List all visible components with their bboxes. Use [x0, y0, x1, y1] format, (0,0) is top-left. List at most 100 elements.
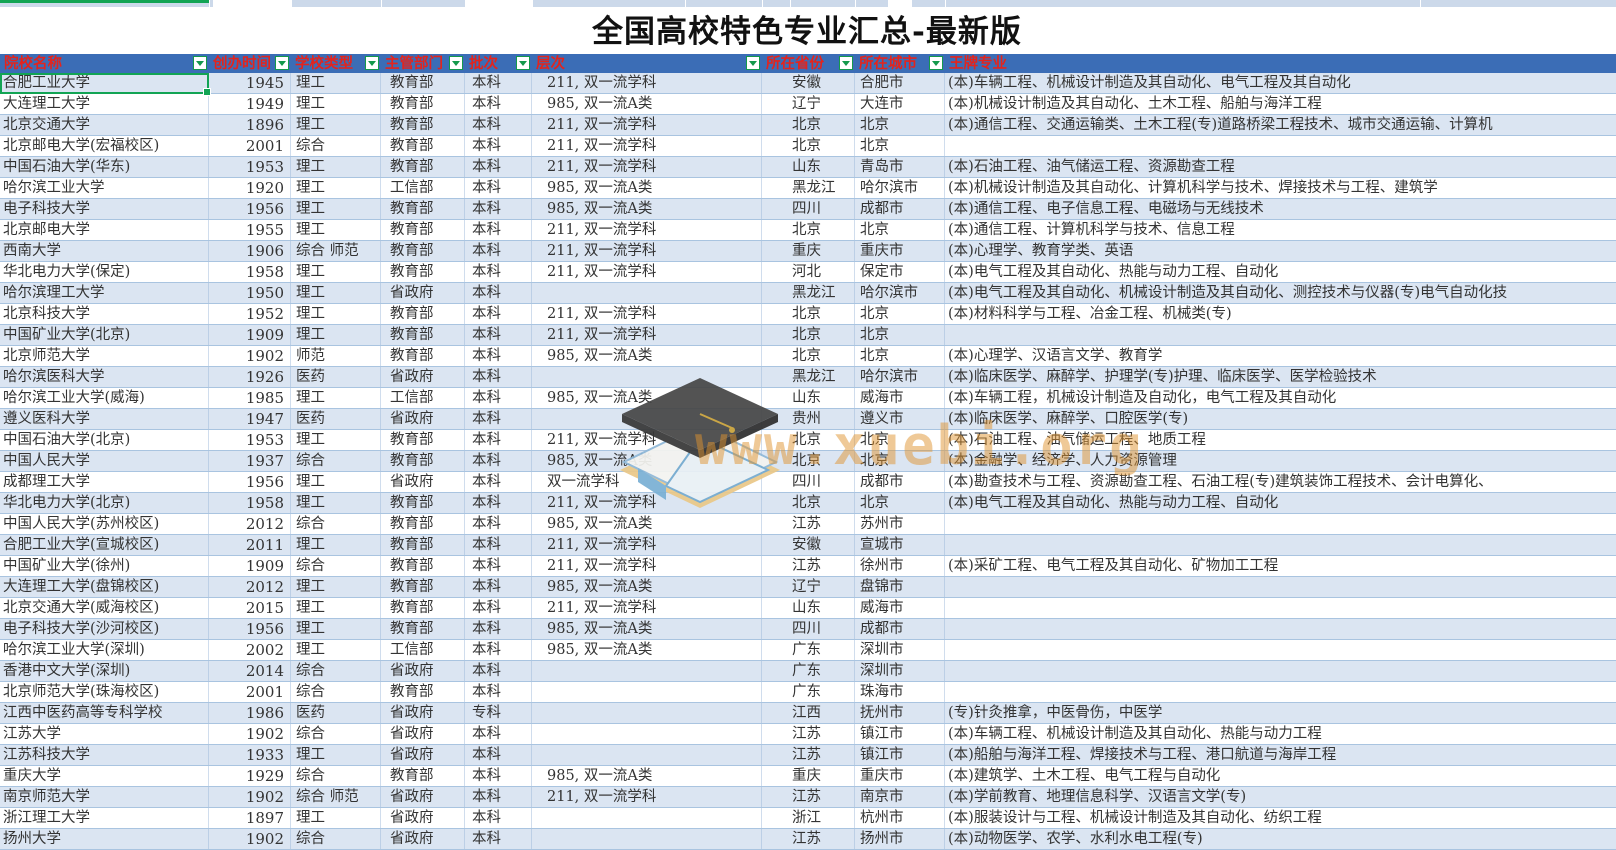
cell-year[interactable]: 1897 [209, 808, 291, 828]
cell-city[interactable]: 深圳市 [855, 661, 945, 681]
column-header-province[interactable]: 所在省份 [762, 54, 855, 73]
cell-year[interactable]: 1953 [209, 157, 291, 177]
cell-year[interactable]: 2001 [209, 136, 291, 156]
cell-level[interactable]: 211, 双一流学科 [532, 136, 762, 156]
cell-type[interactable]: 综合 师范 [291, 787, 381, 807]
cell-province[interactable]: 江苏 [762, 745, 855, 765]
cell-dept[interactable]: 教育部 [381, 766, 465, 786]
cell-majors[interactable]: (本)车辆工程、机械设计制造及其自动化、热能与动力工程 [945, 724, 1616, 744]
cell-batch[interactable]: 本科 [465, 682, 532, 702]
cell-dept[interactable]: 省政府 [381, 472, 465, 492]
cell-name[interactable]: 哈尔滨工业大学(深圳) [0, 640, 209, 660]
column-header-batch[interactable]: 批次 [465, 54, 532, 73]
cell-batch[interactable]: 本科 [465, 766, 532, 786]
cell-dept[interactable]: 省政府 [381, 661, 465, 681]
cell-year[interactable]: 1956 [209, 199, 291, 219]
cell-year[interactable]: 1909 [209, 556, 291, 576]
cell-year[interactable]: 2015 [209, 598, 291, 618]
cell-name[interactable]: 北京师范大学 [0, 346, 209, 366]
cell-level[interactable] [532, 745, 762, 765]
cell-city[interactable]: 青岛市 [855, 157, 945, 177]
cell-level[interactable]: 211, 双一流学科 [532, 325, 762, 345]
cell-city[interactable]: 成都市 [855, 619, 945, 639]
cell-name[interactable]: 北京邮电大学 [0, 220, 209, 240]
cell-batch[interactable]: 本科 [465, 556, 532, 576]
cell-level[interactable]: 985, 双一流A类 [532, 94, 762, 114]
cell-batch[interactable]: 本科 [465, 577, 532, 597]
cell-dept[interactable]: 教育部 [381, 115, 465, 135]
filter-dropdown-button[interactable] [839, 56, 853, 70]
cell-city[interactable]: 遵义市 [855, 409, 945, 429]
cell-type[interactable]: 综合 [291, 514, 381, 534]
cell-type[interactable]: 理工 [291, 283, 381, 303]
cell-type[interactable]: 理工 [291, 115, 381, 135]
cell-level[interactable]: 985, 双一流A类 [532, 178, 762, 198]
cell-dept[interactable]: 教育部 [381, 346, 465, 366]
cell-province[interactable]: 广东 [762, 640, 855, 660]
cell-dept[interactable]: 省政府 [381, 703, 465, 723]
cell-type[interactable]: 医药 [291, 409, 381, 429]
cell-batch[interactable]: 本科 [465, 745, 532, 765]
cell-batch[interactable]: 本科 [465, 283, 532, 303]
cell-city[interactable]: 徐州市 [855, 556, 945, 576]
cell-province[interactable]: 四川 [762, 472, 855, 492]
cell-level[interactable]: 211, 双一流学科 [532, 73, 762, 93]
cell-province[interactable]: 广东 [762, 661, 855, 681]
cell-name[interactable]: 哈尔滨工业大学 [0, 178, 209, 198]
cell-year[interactable]: 1958 [209, 262, 291, 282]
cell-name[interactable]: 北京邮电大学(宏福校区) [0, 136, 209, 156]
cell-level[interactable]: 211, 双一流学科 [532, 157, 762, 177]
cell-majors[interactable]: (本)勘查技术与工程、资源勘查工程、石油工程(专)建筑装饰工程技术、会计电算化、 [945, 472, 1616, 492]
cell-level[interactable] [532, 808, 762, 828]
cell-dept[interactable]: 教育部 [381, 598, 465, 618]
cell-dept[interactable]: 教育部 [381, 514, 465, 534]
cell-year[interactable]: 1952 [209, 304, 291, 324]
cell-type[interactable]: 理工 [291, 157, 381, 177]
cell-province[interactable]: 辽宁 [762, 577, 855, 597]
cell-year[interactable]: 1956 [209, 472, 291, 492]
cell-majors[interactable] [945, 661, 1616, 681]
cell-level[interactable]: 985, 双一流A类 [532, 619, 762, 639]
cell-batch[interactable]: 本科 [465, 661, 532, 681]
cell-batch[interactable]: 本科 [465, 493, 532, 513]
cell-city[interactable]: 北京 [855, 136, 945, 156]
cell-dept[interactable]: 省政府 [381, 808, 465, 828]
cell-dept[interactable]: 教育部 [381, 241, 465, 261]
cell-city[interactable]: 保定市 [855, 262, 945, 282]
cell-batch[interactable]: 本科 [465, 829, 532, 849]
cell-city[interactable]: 镇江市 [855, 745, 945, 765]
cell-dept[interactable]: 教育部 [381, 577, 465, 597]
cell-city[interactable]: 大连市 [855, 94, 945, 114]
cell-majors[interactable] [945, 535, 1616, 555]
filter-dropdown-button[interactable] [746, 56, 760, 70]
cell-dept[interactable]: 省政府 [381, 409, 465, 429]
cell-year[interactable]: 1902 [209, 829, 291, 849]
cell-dept[interactable]: 教育部 [381, 94, 465, 114]
cell-level[interactable]: 211, 双一流学科 [532, 430, 762, 450]
cell-batch[interactable]: 本科 [465, 535, 532, 555]
cell-level[interactable]: 211, 双一流学科 [532, 262, 762, 282]
cell-dept[interactable]: 教育部 [381, 157, 465, 177]
cell-majors[interactable]: (本)学前教育、地理信息科学、汉语言文学(专) [945, 787, 1616, 807]
cell-batch[interactable]: 本科 [465, 598, 532, 618]
cell-name[interactable]: 哈尔滨医科大学 [0, 367, 209, 387]
cell-majors[interactable]: (本)临床医学、麻醉学、口腔医学(专) [945, 409, 1616, 429]
cell-year[interactable]: 2011 [209, 535, 291, 555]
cell-type[interactable]: 理工 [291, 94, 381, 114]
cell-city[interactable]: 扬州市 [855, 829, 945, 849]
cell-name[interactable]: 电子科技大学(沙河校区) [0, 619, 209, 639]
cell-city[interactable]: 北京 [855, 220, 945, 240]
cell-name[interactable]: 浙江理工大学 [0, 808, 209, 828]
cell-province[interactable]: 北京 [762, 430, 855, 450]
cell-level[interactable]: 985, 双一流A类 [532, 388, 762, 408]
cell-type[interactable]: 理工 [291, 808, 381, 828]
cell-province[interactable]: 江苏 [762, 829, 855, 849]
cell-name[interactable]: 哈尔滨理工大学 [0, 283, 209, 303]
cell-city[interactable]: 深圳市 [855, 640, 945, 660]
cell-name[interactable]: 遵义医科大学 [0, 409, 209, 429]
cell-province[interactable]: 山东 [762, 388, 855, 408]
column-header-majors[interactable]: 王牌专业 [945, 54, 1616, 73]
cell-batch[interactable]: 本科 [465, 157, 532, 177]
cell-level[interactable]: 985, 双一流A类 [532, 766, 762, 786]
cell-year[interactable]: 1950 [209, 283, 291, 303]
